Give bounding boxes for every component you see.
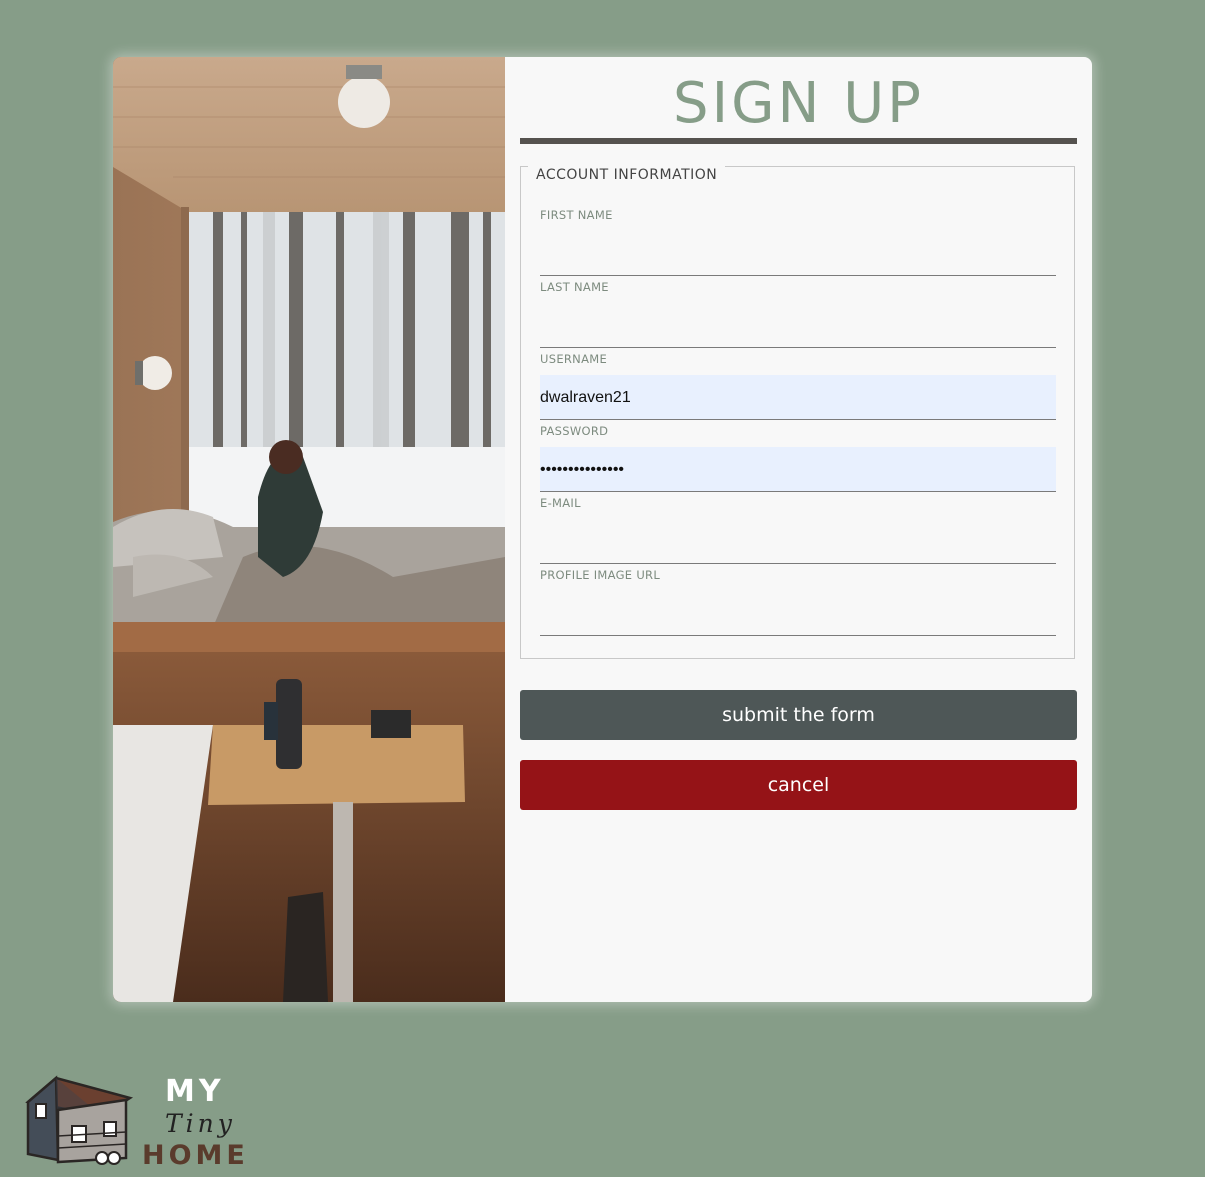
email-label: E-MAIL bbox=[540, 496, 581, 510]
title-divider bbox=[520, 138, 1077, 144]
tiny-house-icon bbox=[25, 1075, 134, 1165]
username-label: USERNAME bbox=[540, 352, 608, 366]
signup-card: SIGN UP ACCOUNT INFORMATION FIRST NAME L… bbox=[113, 57, 1092, 1002]
signup-form: SIGN UP ACCOUNT INFORMATION FIRST NAME L… bbox=[505, 57, 1092, 1002]
fieldset-legend: ACCOUNT INFORMATION bbox=[528, 164, 726, 186]
last-name-label: LAST NAME bbox=[540, 280, 609, 294]
last-name-field: LAST NAME bbox=[540, 279, 1056, 351]
cancel-button[interactable]: cancel bbox=[520, 760, 1077, 810]
profile-image-url-input[interactable] bbox=[540, 591, 1056, 636]
submit-button[interactable]: submit the form bbox=[520, 690, 1077, 740]
logo-text-tiny: Tiny bbox=[165, 1109, 236, 1138]
first-name-input[interactable] bbox=[540, 231, 1056, 276]
username-input[interactable]: dwalraven21 bbox=[540, 375, 1056, 420]
last-name-input[interactable] bbox=[540, 303, 1056, 348]
first-name-field: FIRST NAME bbox=[540, 207, 1056, 279]
cabin-photo bbox=[113, 57, 505, 1002]
email-input[interactable] bbox=[540, 519, 1056, 564]
page-title: SIGN UP bbox=[673, 71, 924, 136]
email-field: E-MAIL bbox=[540, 495, 1056, 567]
logo-text-home: HOME bbox=[142, 1140, 249, 1171]
my-tiny-home-logo: MY Tiny HOME bbox=[22, 1072, 252, 1172]
password-field: PASSWORD ••••••••••••••• bbox=[540, 423, 1056, 495]
profile-image-url-field: PROFILE IMAGE URL bbox=[540, 567, 1056, 639]
logo-text-my: MY bbox=[165, 1074, 225, 1109]
username-field: USERNAME dwalraven21 bbox=[540, 351, 1056, 423]
profile-image-url-label: PROFILE IMAGE URL bbox=[540, 568, 661, 582]
password-input[interactable]: ••••••••••••••• bbox=[540, 447, 1056, 492]
password-label: PASSWORD bbox=[540, 424, 609, 438]
first-name-label: FIRST NAME bbox=[540, 208, 613, 222]
